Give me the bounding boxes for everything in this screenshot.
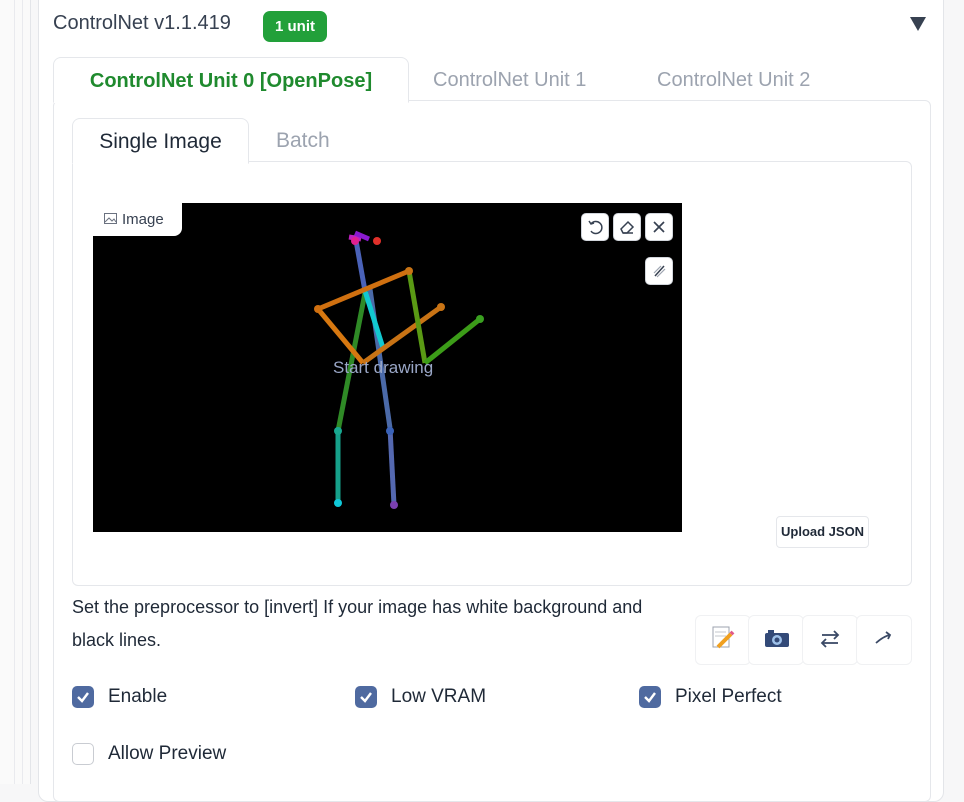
enable-label[interactable]: Enable <box>108 686 167 708</box>
accordion-title[interactable]: ControlNet v1.1.419 <box>53 12 231 35</box>
pixel-perfect-checkbox[interactable] <box>639 686 661 708</box>
close-icon <box>653 221 665 233</box>
preprocessor-hint: Set the preprocessor to [invert] If your… <box>72 597 643 650</box>
pixel-perfect-label[interactable]: Pixel Perfect <box>675 686 782 708</box>
send-dimensions-button[interactable] <box>856 615 912 665</box>
enable-checkbox[interactable] <box>72 686 94 708</box>
unit-count-badge: 1 unit <box>263 11 327 42</box>
brush-icon <box>653 265 666 278</box>
swap-dimensions-button[interactable] <box>802 615 858 665</box>
undo-icon <box>588 220 603 235</box>
send-arrow-icon <box>875 631 892 644</box>
image-label: Image <box>93 203 182 236</box>
gutter-line <box>22 0 23 784</box>
swap-arrows-icon <box>820 630 840 648</box>
low-vram-label[interactable]: Low VRAM <box>391 686 486 708</box>
upload-json-button[interactable]: Upload JSON <box>776 516 870 548</box>
tab-controlnet-unit-2[interactable]: ControlNet Unit 2 <box>657 57 810 101</box>
triangle-down-icon[interactable] <box>906 12 930 36</box>
tab-batch[interactable]: Batch <box>276 118 330 162</box>
undo-button[interactable] <box>581 213 609 241</box>
tab-controlnet-unit-1[interactable]: ControlNet Unit 1 <box>433 57 586 101</box>
image-label-text: Image <box>122 211 164 228</box>
brush-button[interactable] <box>645 257 673 285</box>
checkmark-icon <box>644 692 656 703</box>
gutter-line <box>14 0 15 784</box>
pencil-paper-icon <box>712 626 735 649</box>
tab-single-image[interactable]: Single Image <box>72 118 249 164</box>
low-vram-checkbox[interactable] <box>355 686 377 708</box>
camera-icon <box>765 630 789 647</box>
checkmark-icon <box>360 692 372 703</box>
allow-preview-checkbox[interactable] <box>72 743 94 765</box>
clear-button[interactable] <box>645 213 673 241</box>
eraser-button[interactable] <box>613 213 641 241</box>
allow-preview-label[interactable]: Allow Preview <box>108 743 226 765</box>
image-icon <box>104 213 117 224</box>
open-canvas-button[interactable] <box>695 615 751 665</box>
checkmark-icon <box>77 692 89 703</box>
webcam-button[interactable] <box>748 615 804 665</box>
eraser-icon <box>620 220 635 234</box>
left-gutter <box>0 0 31 784</box>
tab-controlnet-unit-0[interactable]: ControlNet Unit 0 [OpenPose] <box>53 57 409 103</box>
start-drawing-placeholder: Start drawing <box>333 358 434 377</box>
